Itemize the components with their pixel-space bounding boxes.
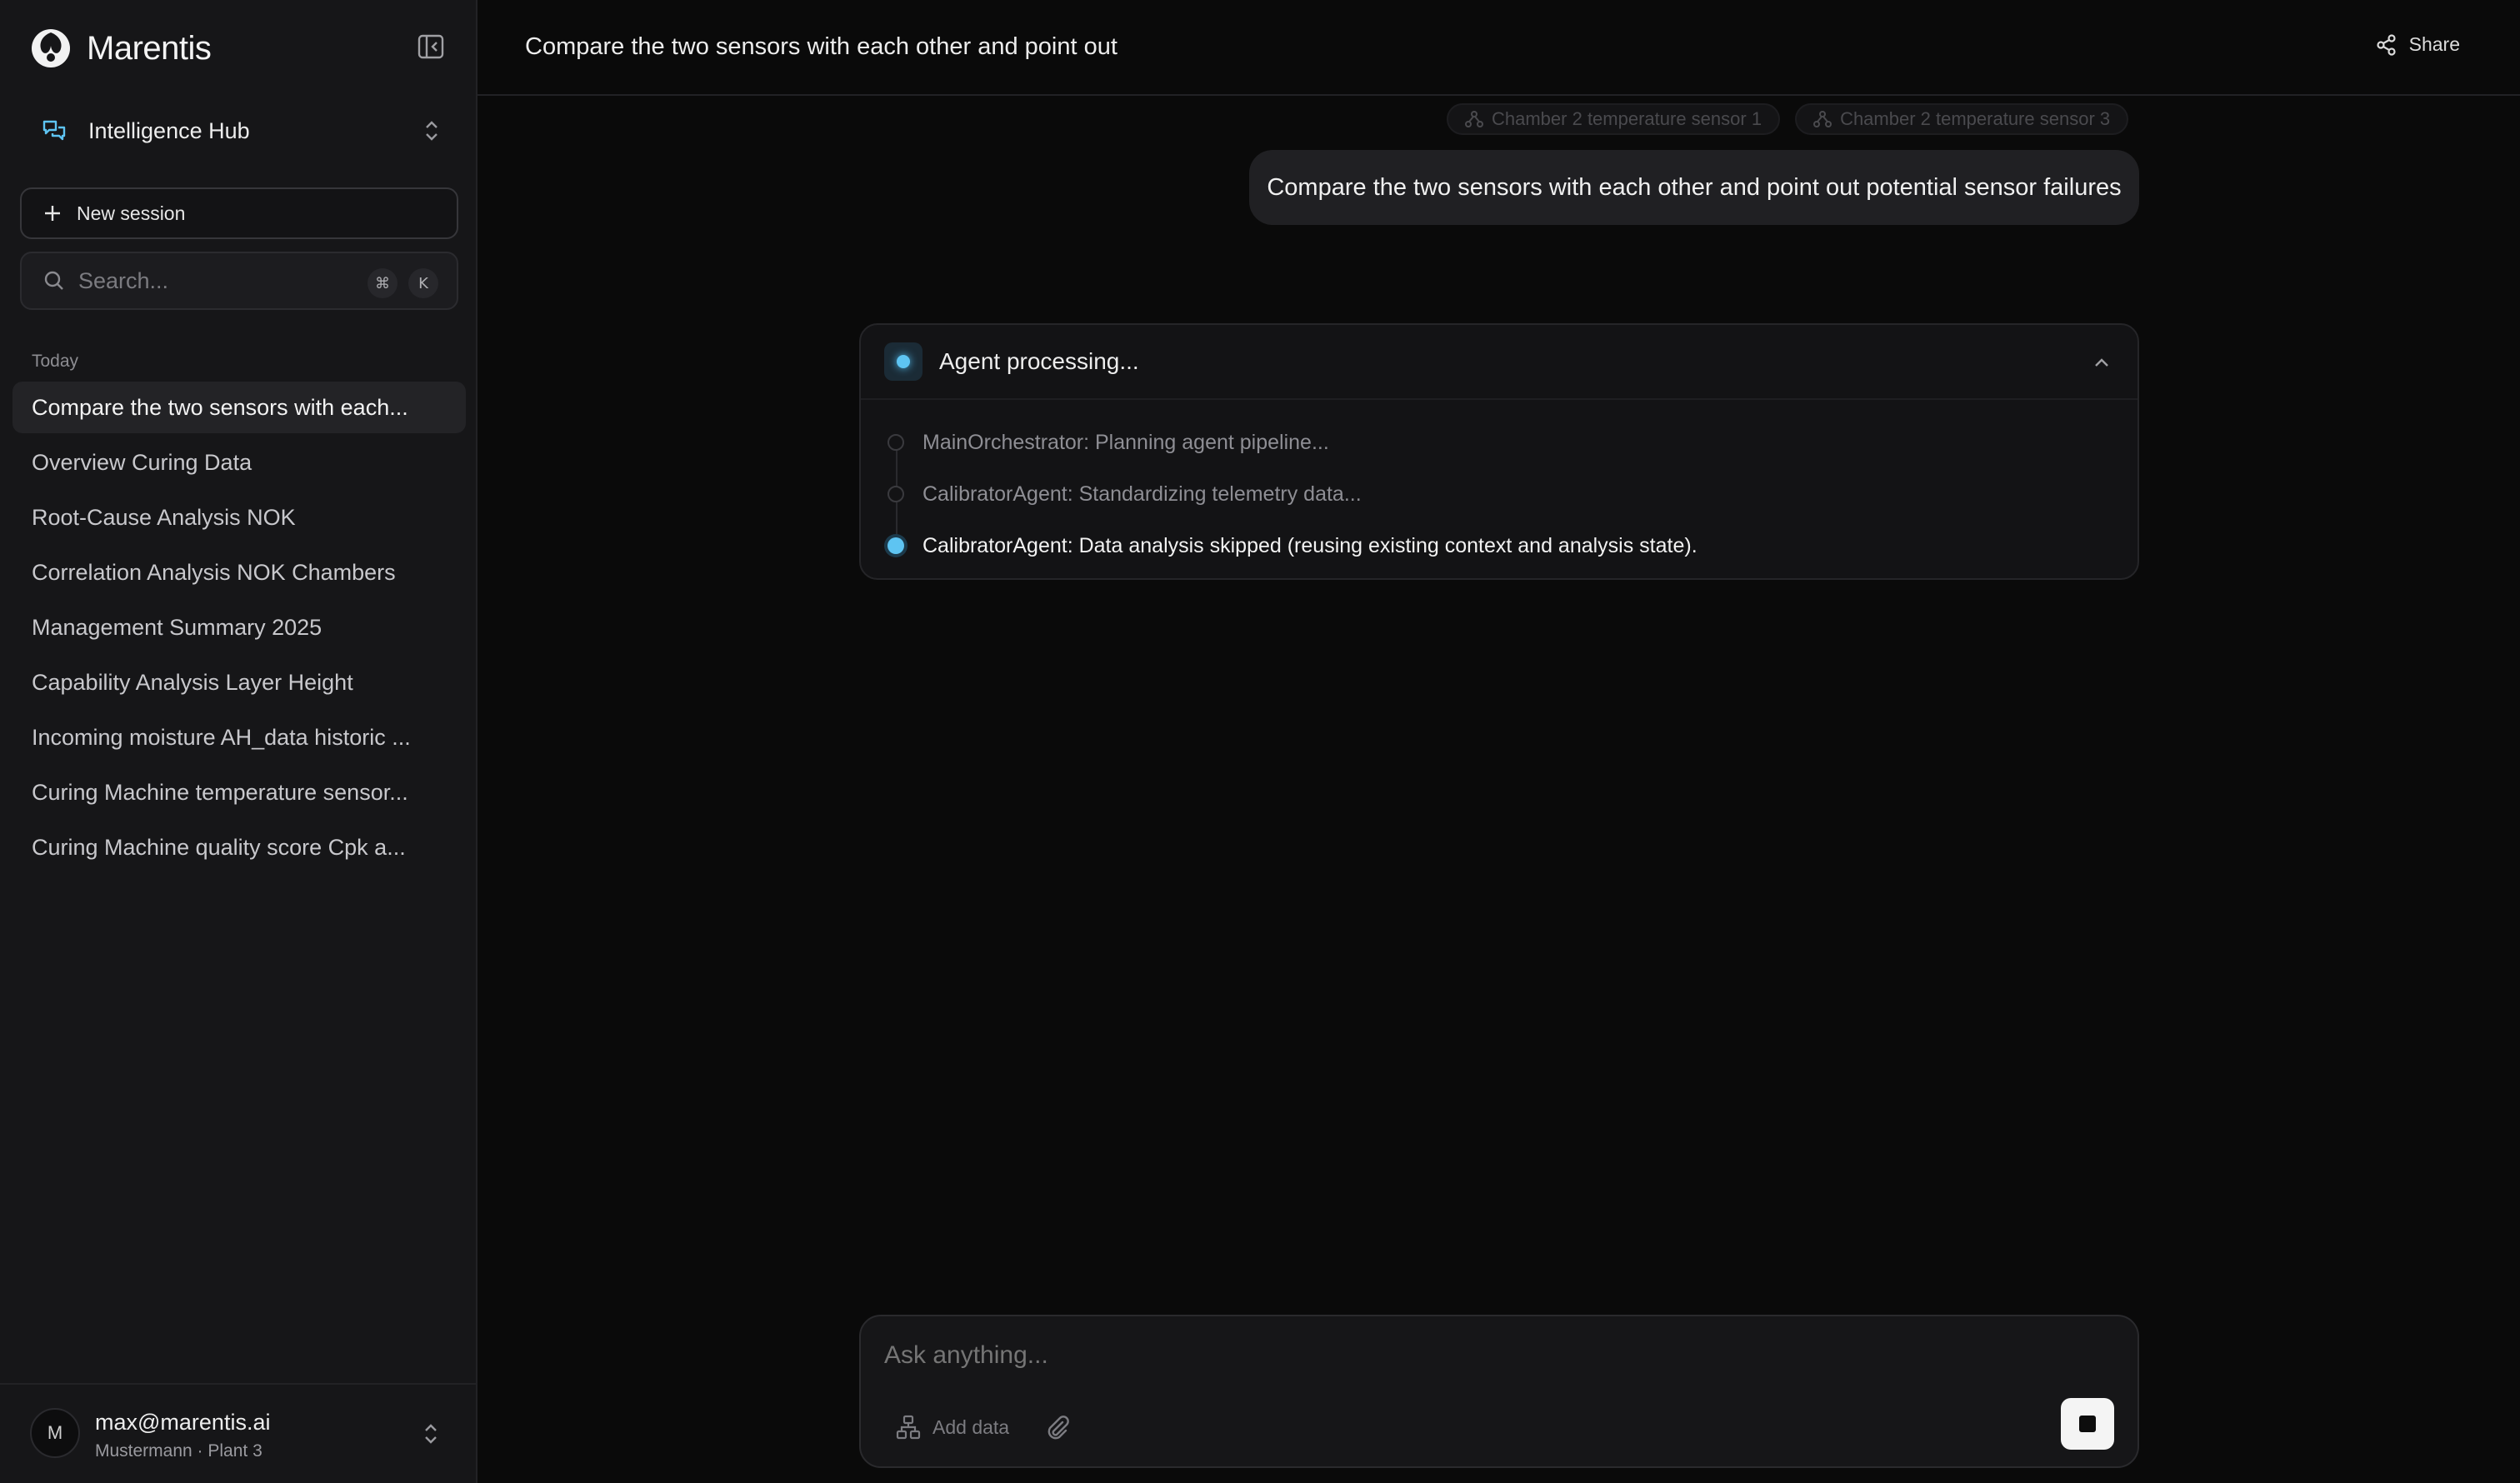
session-item[interactable]: Curing Machine temperature sensor... (12, 766, 466, 818)
user-menu[interactable]: M max@marentis.ai Mustermann · Plant 3 (0, 1383, 476, 1483)
avatar: M (30, 1408, 80, 1458)
session-item[interactable]: Incoming moisture AH_data historic ... (12, 712, 466, 763)
session-item[interactable]: Overview Curing Data (12, 437, 466, 488)
step-pending-icon (888, 434, 904, 451)
agent-step: MainOrchestrator: Planning agent pipelin… (884, 417, 2118, 468)
agent-step: CalibratorAgent: Data analysis skipped (… (884, 520, 2118, 572)
workspace-switcher[interactable]: Intelligence Hub (20, 103, 458, 158)
new-session-button[interactable]: New session (20, 187, 458, 239)
agent-step-text: MainOrchestrator: Planning agent pipelin… (922, 430, 1329, 454)
hierarchy-icon (896, 1415, 921, 1440)
plus-icon (45, 206, 60, 221)
session-group-today: Today (32, 352, 79, 371)
session-list: Compare the two sensors with each... Ove… (12, 382, 466, 876)
command-key-badge: ⌘ (368, 268, 398, 298)
agent-step-text: CalibratorAgent: Standardizing telemetry… (922, 482, 1362, 506)
context-chip-label: Chamber 2 temperature sensor 3 (1840, 108, 2111, 129)
brand[interactable]: Marentis (30, 23, 212, 73)
topbar: Compare the two sensors with each other … (478, 0, 2520, 96)
user-org: Mustermann · Plant 3 (95, 1441, 262, 1461)
session-item[interactable]: Curing Machine quality score Cpk a... (12, 821, 466, 873)
agent-steps: MainOrchestrator: Planning agent pipelin… (884, 417, 2118, 572)
context-chip-label: Chamber 2 temperature sensor 1 (1492, 108, 1762, 129)
agent-processing-title: Agent processing... (939, 348, 1139, 374)
page-title: Compare the two sensors with each other … (525, 33, 1118, 60)
paperclip-icon[interactable] (1044, 1415, 1071, 1441)
context-chip[interactable]: Chamber 2 temperature sensor 3 (1795, 103, 2129, 135)
sensor-icon (1813, 111, 1832, 127)
marentis-logo-icon (32, 29, 70, 67)
session-item[interactable]: Root-Cause Analysis NOK (12, 492, 466, 543)
user-email: max@marentis.ai (95, 1410, 271, 1435)
k-key-badge: K (408, 268, 438, 298)
brand-name: Marentis (87, 29, 212, 67)
processing-indicator-icon (884, 342, 922, 381)
context-chips: Chamber 2 temperature sensor 1 Chamber 2… (1447, 103, 2129, 135)
chevron-updown-icon (426, 121, 438, 141)
session-item[interactable]: Capability Analysis Layer Height (12, 657, 466, 708)
add-data-button[interactable]: Add data (896, 1415, 1009, 1440)
share-icon (2377, 33, 2396, 56)
context-chip[interactable]: Chamber 2 temperature sensor 1 (1447, 103, 1781, 135)
sensor-icon (1465, 111, 1483, 127)
session-item[interactable]: Correlation Analysis NOK Chambers (12, 547, 466, 598)
chevron-up-icon[interactable] (2091, 352, 2112, 373)
composer: Add data (859, 1315, 2139, 1468)
share-button[interactable]: Share (2376, 33, 2460, 56)
agent-processing-header[interactable]: Agent processing... (861, 325, 2138, 400)
share-label: Share (2408, 33, 2460, 55)
new-session-label: New session (77, 202, 186, 224)
sidebar-collapse-icon[interactable] (417, 33, 447, 62)
search-input[interactable]: Search... ⌘ K (20, 252, 458, 310)
step-pending-icon (888, 486, 904, 502)
stop-button[interactable] (2061, 1398, 2114, 1450)
agent-processing-card: Agent processing... MainOrchestrator: Pl… (859, 323, 2139, 580)
sidebar: Marentis Intelligence Hub New session Se… (0, 0, 478, 1483)
add-data-label: Add data (932, 1416, 1010, 1438)
search-placeholder: Search... (78, 267, 169, 293)
search-icon (44, 271, 63, 290)
chevron-updown-icon (425, 1424, 437, 1444)
stop-icon (2079, 1416, 2096, 1432)
workspace-label: Intelligence Hub (88, 117, 250, 143)
session-item[interactable]: Management Summary 2025 (12, 602, 466, 653)
agent-step: CalibratorAgent: Standardizing telemetry… (884, 468, 2118, 520)
ask-input[interactable] (884, 1341, 2051, 1370)
agent-step-text: CalibratorAgent: Data analysis skipped (… (922, 533, 1698, 557)
session-item[interactable]: Compare the two sensors with each... (12, 382, 466, 433)
chat-bubbles-icon (42, 120, 66, 141)
user-message: Compare the two sensors with each other … (1249, 150, 2139, 225)
step-active-icon (888, 537, 904, 554)
